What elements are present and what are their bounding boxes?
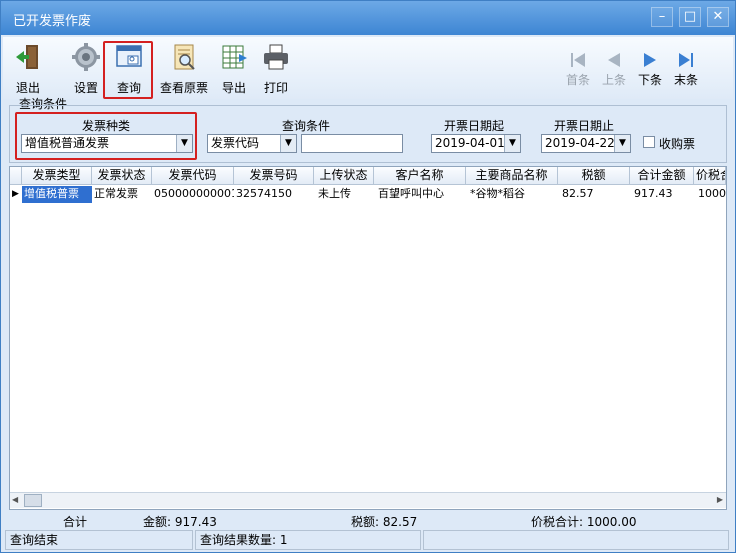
row-pointer-icon: ▶	[12, 189, 19, 199]
exit-button[interactable]: 退出	[9, 41, 47, 97]
table-cell[interactable]: 正常发票	[92, 186, 152, 203]
chevron-down-icon[interactable]: ▼	[614, 135, 630, 152]
column-header[interactable]: 发票代码	[152, 167, 234, 185]
next-label: 下条	[637, 73, 662, 87]
column-header[interactable]: 发票类型	[22, 167, 92, 185]
column-header[interactable]: 主要商品名称	[466, 167, 558, 185]
invoice-type-highlight	[15, 112, 197, 160]
first-icon	[559, 49, 597, 71]
column-header[interactable]: 客户名称	[374, 167, 466, 185]
title-bar: 已开发票作废 – □ ✕	[1, 1, 735, 35]
condition-field-select[interactable]: 发票代码 ▼	[207, 134, 297, 153]
scroll-right-icon[interactable]: ▶	[717, 495, 723, 504]
table-cell[interactable]: 82.57	[558, 186, 630, 203]
previous-icon	[595, 49, 633, 71]
table-cell[interactable]: 增值税普票	[22, 186, 92, 203]
export-label: 导出	[221, 81, 246, 95]
scroll-left-icon[interactable]: ◀	[12, 495, 18, 504]
chevron-down-icon[interactable]: ▼	[280, 135, 296, 152]
status-empty-panel	[423, 530, 729, 550]
date-to-picker[interactable]: 2019-04-22 ▼	[541, 134, 631, 153]
first-label: 首条	[565, 73, 590, 87]
table-cell[interactable]: 未上传	[314, 186, 374, 203]
table-cell[interactable]: 百望呼叫中心	[374, 186, 466, 203]
table-header: 发票类型 发票状态 发票代码 发票号码 上传状态 客户名称 主要商品名称 税额 …	[10, 167, 726, 185]
condition-field-value: 发票代码	[211, 136, 260, 150]
column-header[interactable]: 发票号码	[234, 167, 314, 185]
table-cell[interactable]: 1000	[694, 186, 726, 203]
purchase-checkbox[interactable]	[643, 136, 655, 148]
table-cell[interactable]: 32574150	[234, 186, 314, 203]
minimize-icon[interactable]: –	[651, 7, 673, 27]
summary-total-label: 合计	[63, 515, 88, 529]
window-title: 已开发票作废	[13, 14, 92, 29]
table-cell[interactable]: 050000000001	[152, 186, 234, 203]
settings-label: 设置	[73, 81, 98, 95]
condition-label: 查询条件	[281, 119, 330, 133]
print-button[interactable]: 打印	[257, 41, 295, 97]
close-icon[interactable]: ✕	[707, 7, 729, 27]
next-icon	[631, 49, 669, 71]
date-from-label: 开票日期起	[443, 119, 504, 133]
column-header[interactable]: 税额	[558, 167, 630, 185]
printer-icon	[260, 41, 292, 73]
result-count: 查询结果数量: 1	[195, 530, 421, 550]
row-indicator-header	[10, 167, 22, 185]
query-button-highlight	[103, 41, 153, 99]
last-icon	[667, 49, 705, 71]
export-button[interactable]: 导出	[215, 41, 253, 97]
horizontal-scrollbar[interactable]: ◀ ▶	[10, 492, 726, 508]
first-record-button[interactable]: 首条	[559, 49, 597, 88]
maximize-icon[interactable]: □	[679, 7, 701, 27]
chevron-down-icon[interactable]: ▼	[504, 135, 520, 152]
table-cell[interactable]: *谷物*稻谷	[466, 186, 558, 203]
condition-value-input[interactable]	[301, 134, 403, 153]
date-to-value: 2019-04-22	[545, 136, 615, 150]
column-header[interactable]: 发票状态	[92, 167, 152, 185]
column-header[interactable]: 上传状态	[314, 167, 374, 185]
last-label: 末条	[673, 73, 698, 87]
next-record-button[interactable]: 下条	[631, 49, 669, 88]
status-bar: 查询结束 查询结果数量: 1	[3, 530, 733, 550]
previous-label: 上条	[601, 73, 626, 87]
print-label: 打印	[263, 81, 288, 95]
summary-tax: 税额: 82.57	[351, 515, 418, 529]
summary-bar: 合计 金额: 917.43 税额: 82.57 价税合计: 1000.00	[9, 510, 727, 530]
invoice-void-window: 已开发票作废 – □ ✕ 退出 设置 查询 查看原票 导出 打印 首条 上条 下…	[0, 0, 736, 553]
gear-icon	[70, 41, 102, 73]
document-magnifier-icon	[168, 41, 200, 73]
column-header[interactable]: 合计金额	[630, 167, 694, 185]
invoice-table: 发票类型 发票状态 发票代码 发票号码 上传状态 客户名称 主要商品名称 税额 …	[9, 166, 727, 510]
summary-amount: 金额: 917.43	[143, 515, 217, 529]
exit-label: 退出	[15, 81, 40, 95]
settings-button[interactable]: 设置	[65, 41, 107, 97]
date-to-label: 开票日期止	[553, 119, 614, 133]
purchase-label: 收购票	[659, 137, 696, 151]
table-cell[interactable]: 917.43	[630, 186, 694, 203]
export-sheet-icon	[218, 41, 250, 73]
status-message: 查询结束	[5, 530, 193, 550]
scroll-thumb[interactable]	[24, 494, 42, 507]
view-original-button[interactable]: 查看原票	[157, 41, 211, 97]
previous-record-button[interactable]: 上条	[595, 49, 633, 88]
column-header[interactable]: 价税合计	[694, 167, 726, 185]
last-record-button[interactable]: 末条	[667, 49, 705, 88]
view-original-label: 查看原票	[159, 81, 208, 95]
date-from-value: 2019-04-01	[435, 136, 505, 150]
date-from-picker[interactable]: 2019-04-01 ▼	[431, 134, 521, 153]
exit-door-icon	[12, 41, 44, 73]
summary-grand-total: 价税合计: 1000.00	[531, 515, 637, 529]
